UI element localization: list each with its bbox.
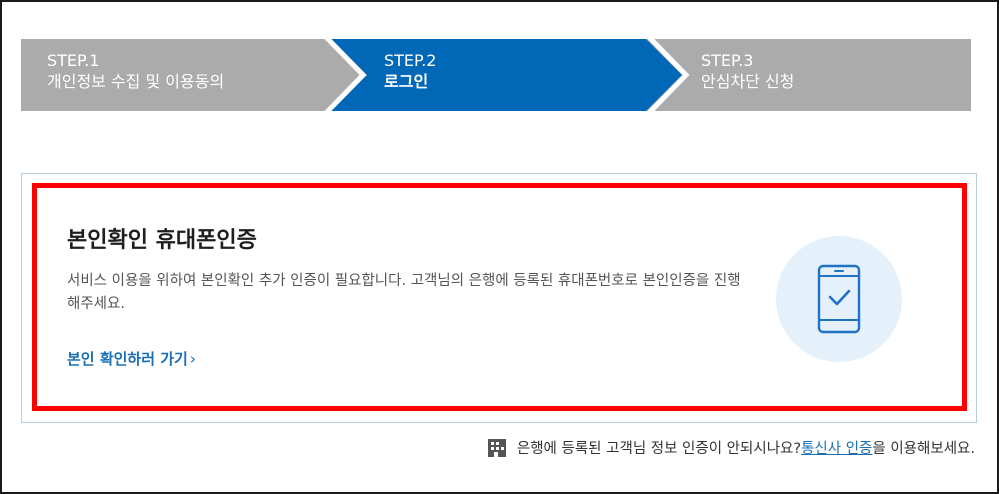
carrier-note-text-after: 을 이용해보세요. [872,441,975,457]
verify-identity-link[interactable]: 본인 확인하러 가기 › [67,348,196,369]
auth-description: 서비스 이용을 위하여 본인확인 추가 인증이 필요합니다. 고객님의 은행에 … [67,273,741,312]
step-indicator: STEP.1 개인정보 수집 및 이용동의 STEP.2 로그인 STEP.3 … [21,39,971,111]
step-2-number: STEP.2 [384,51,437,70]
phone-check-icon [776,236,902,362]
step-1-number: STEP.1 [47,51,100,70]
chevron-right-icon: › [189,350,196,368]
carrier-auth-note: 은행에 등록된 고객님 정보 인증이 안되시나요? 통신사 인증 을 이용해보세… [487,437,975,458]
step-2: STEP.2 로그인 [384,51,436,92]
step-1: STEP.1 개인정보 수집 및 이용동의 [47,51,224,92]
step-3: STEP.3 안심차단 신청 [701,51,794,92]
building-icon [487,438,506,457]
step-3-title: 안심차단 신청 [701,72,795,91]
carrier-auth-link[interactable]: 통신사 인증 [801,437,872,458]
carrier-note-text-before: 은행에 등록된 고객님 정보 인증이 안되시나요? [516,441,802,457]
step-3-number: STEP.3 [701,51,754,70]
step-1-title: 개인정보 수집 및 이용동의 [47,72,225,91]
verify-identity-link-label: 본인 확인하러 가기 [67,350,188,368]
step-2-title: 로그인 [384,72,429,91]
auth-title: 본인확인 휴대폰인증 [67,228,257,253]
